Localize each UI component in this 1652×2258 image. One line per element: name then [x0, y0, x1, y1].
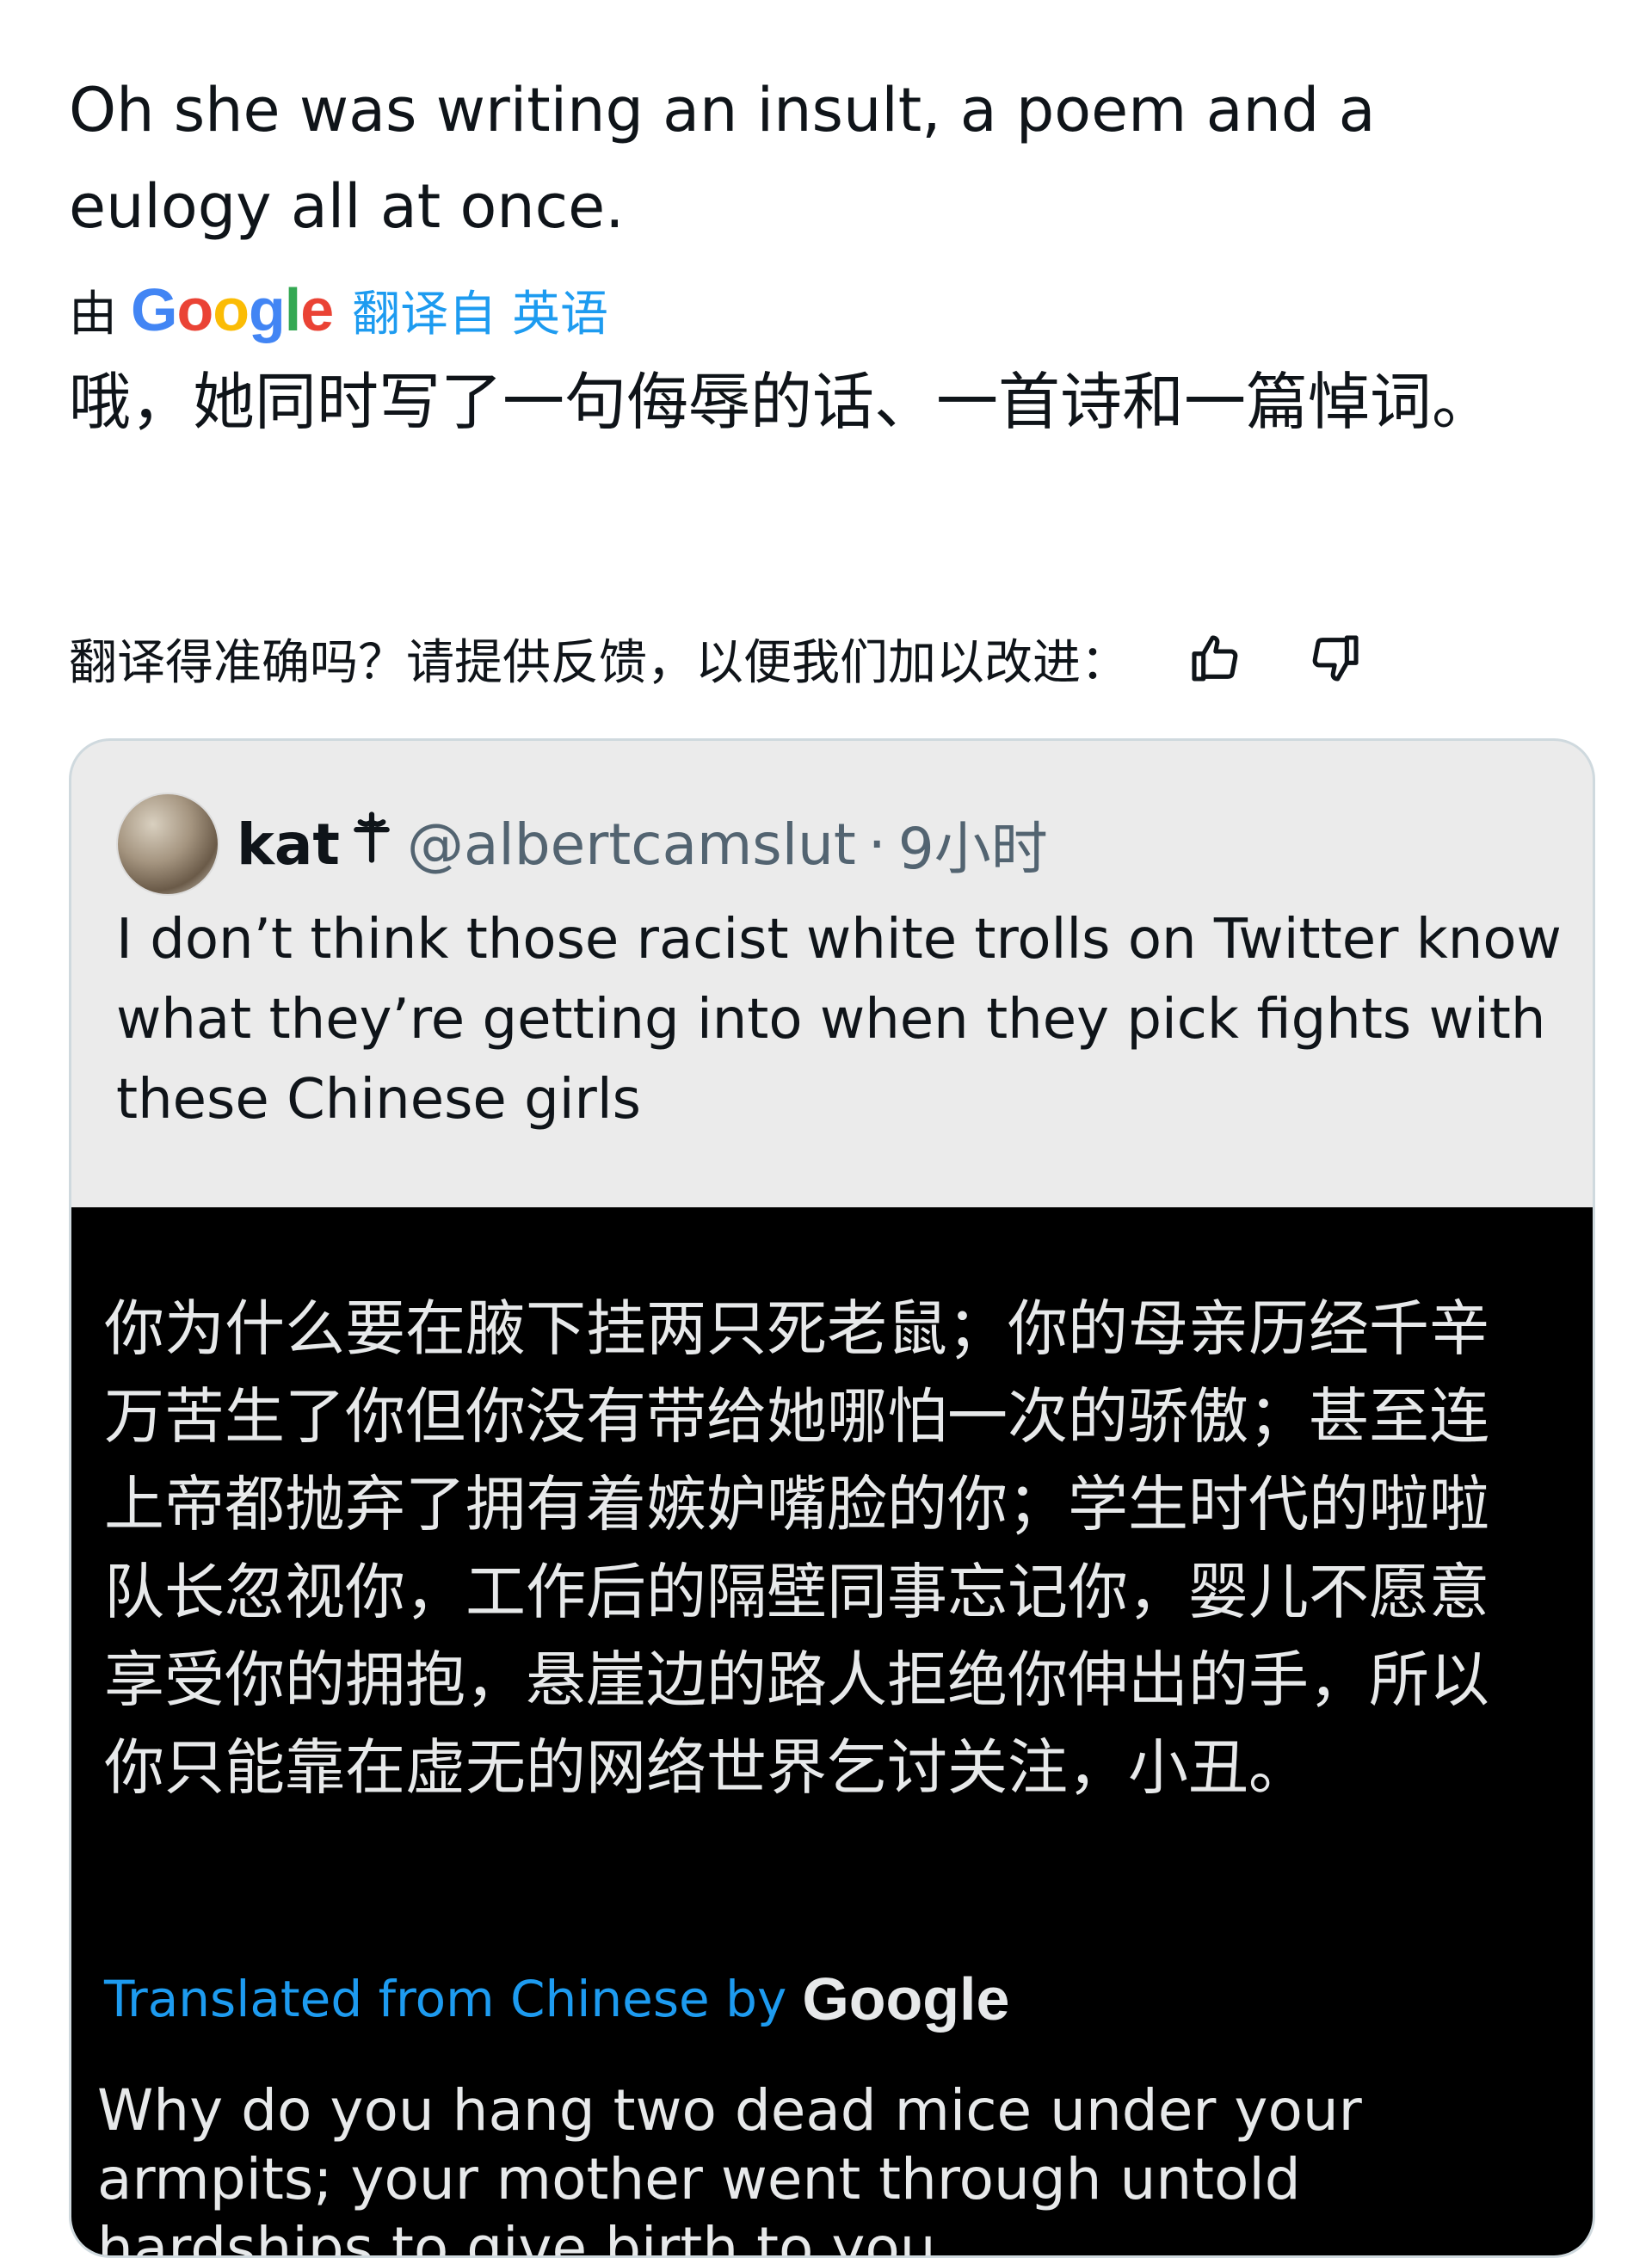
tweet-translation: 哦，她同时写了一句侮辱的话、一首诗和一篇悼词。: [69, 366, 1495, 438]
translated-by-line: 由 Google 翻译自 英语: [69, 271, 608, 349]
thumbs-down-icon[interactable]: [1301, 624, 1370, 693]
thumbs-up-icon[interactable]: [1180, 624, 1249, 693]
quoted-tweet-header: kat @albertcamslut · 9小时: [116, 793, 1048, 896]
feedback-prompt: 翻译得准确吗？请提供反馈，以便我们加以改进：: [69, 634, 1129, 691]
google-logo: Google: [131, 276, 334, 343]
image-english-text: Why do you hang two dead mice under your…: [97, 2077, 1362, 2258]
image-google-logo: Google: [802, 1965, 1010, 2033]
quoted-tweet-image[interactable]: 你为什么要在腋下挂两只死老鼠；你的母亲历经千辛万苦生了你但你没有带给她哪怕一次的…: [71, 1207, 1593, 2258]
quoted-author-handle[interactable]: @albertcamslut: [407, 811, 856, 878]
tweet-text: Oh she was writing an insult, a poem and…: [69, 75, 1376, 242]
avatar[interactable]: [116, 793, 219, 896]
image-chinese-text: 你为什么要在腋下挂两只死老鼠；你的母亲历经千辛万苦生了你但你没有带给她哪怕一次的…: [104, 1293, 1489, 1803]
translated-from-language-link[interactable]: 翻译自 英语: [352, 275, 608, 345]
cross-icon: [352, 811, 391, 878]
image-translated-by: Translated from Chinese by Google: [104, 1956, 1009, 2042]
quoted-author-name[interactable]: kat: [237, 811, 340, 878]
header-separator: ·: [867, 811, 886, 878]
translation-feedback: 翻译得准确吗？请提供反馈，以便我们加以改进：: [69, 620, 1489, 697]
quoted-tweet-text: I don’t think those racist white trolls …: [116, 908, 1562, 1132]
quoted-tweet-card[interactable]: kat @albertcamslut · 9小时 I don’t think t…: [69, 738, 1595, 2258]
quoted-tweet-time[interactable]: 9小时: [898, 803, 1048, 885]
image-translated-label: Translated from Chinese by: [104, 1970, 787, 2028]
translated-by-prefix: 由: [69, 286, 117, 342]
